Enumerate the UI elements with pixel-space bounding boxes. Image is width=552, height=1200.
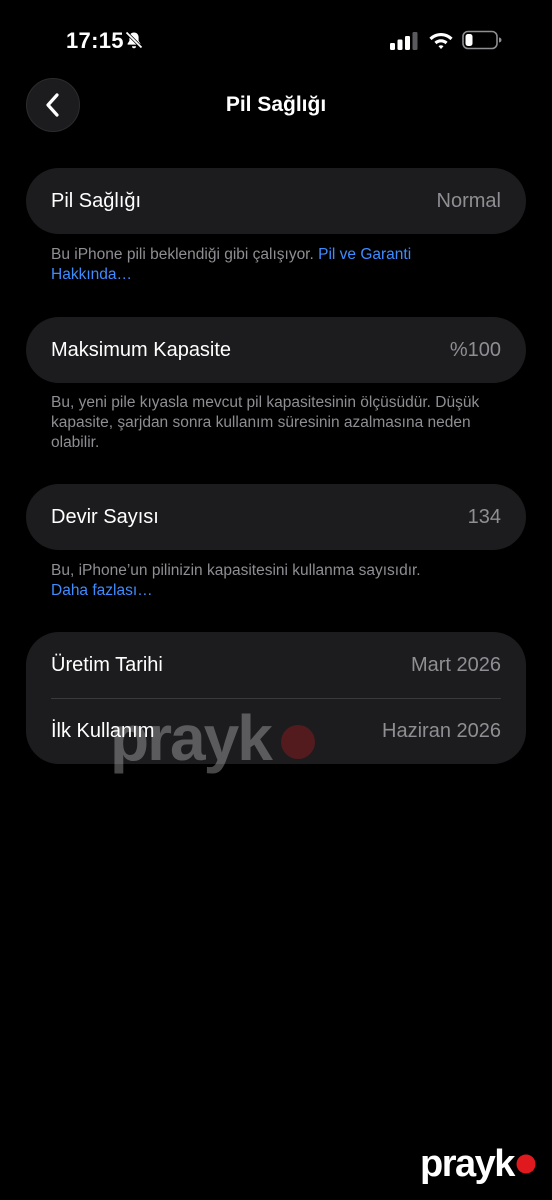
cycle-count-value: 134	[467, 505, 501, 528]
battery-icon	[462, 30, 502, 50]
brand-logo: prayk	[420, 1143, 536, 1185]
battery-health-value: Normal	[436, 189, 501, 212]
max-capacity-row: Maksimum Kapasite %100	[26, 317, 526, 383]
manufacture-date-value: Mart 2026	[410, 653, 501, 676]
page-title: Pil Sağlığı	[225, 93, 327, 116]
manufacture-date-label: Üretim Tarihi	[51, 653, 163, 676]
wifi-icon	[429, 33, 453, 49]
cycle-count-footnote: Bu, iPhone’un pilinizin kapasitesini kul…	[51, 561, 491, 601]
cycle-count-description: Bu, iPhone’un pilinizin kapasitesini kul…	[51, 562, 421, 579]
first-use-row: İlk Kullanım Haziran 2026	[26, 698, 526, 764]
cycle-count-label: Devir Sayısı	[51, 505, 159, 528]
first-use-label: İlk Kullanım	[51, 719, 155, 742]
battery-health-cell: Pil Sağlığı Normal	[26, 168, 526, 234]
battery-health-screen: 17:15 Pil Sağlığı Pil Sağlığı Normal Bu …	[0, 0, 552, 1200]
first-use-value: Haziran 2026	[382, 719, 501, 742]
battery-health-row: Pil Sağlığı Normal	[26, 168, 526, 234]
battery-health-footnote: Bu iPhone pili beklendiği gibi çalışıyor…	[51, 245, 491, 285]
bell-slash-icon	[125, 31, 143, 49]
max-capacity-value: %100	[449, 338, 501, 361]
max-capacity-footnote: Bu, yeni pile kıyasla mevcut pil kapasit…	[51, 394, 480, 451]
max-capacity-cell: Maksimum Kapasite %100	[26, 317, 526, 383]
battery-health-description: Bu iPhone pili beklendiği gibi çalışıyor…	[51, 246, 319, 263]
learn-more-link[interactable]: Daha fazlası…	[51, 581, 491, 601]
status-time: 17:15	[66, 28, 124, 53]
status-bar: 17:15	[0, 0, 552, 80]
manufacture-date-row: Üretim Tarihi Mart 2026	[26, 632, 526, 698]
cellular-signal-icon	[390, 32, 418, 50]
row-divider	[51, 698, 501, 699]
battery-health-label: Pil Sağlığı	[51, 189, 142, 212]
cycle-count-cell: Devir Sayısı 134	[26, 484, 526, 550]
svg-text:prayk: prayk	[420, 1143, 516, 1185]
max-capacity-label: Maksimum Kapasite	[51, 338, 232, 361]
cycle-count-row: Devir Sayısı 134	[26, 484, 526, 550]
dates-cell: Üretim Tarihi Mart 2026 İlk Kullanım Haz…	[26, 632, 526, 764]
